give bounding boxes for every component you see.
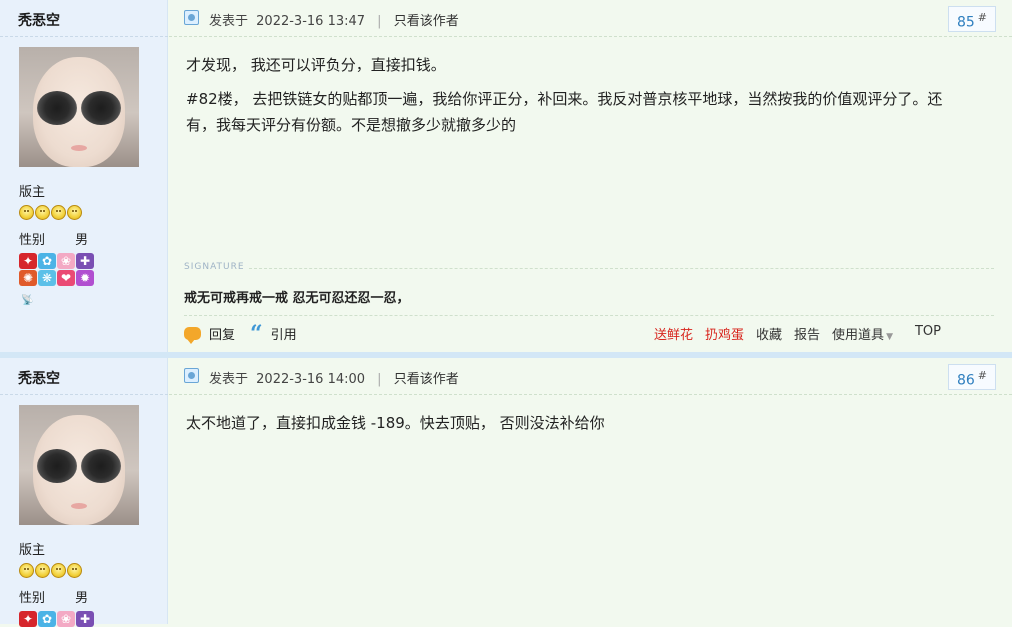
post-paragraph: 才发现， 我还可以评负分，直接扣钱。 — [186, 56, 446, 74]
divider — [0, 394, 168, 396]
divider — [0, 36, 168, 38]
post-actions: 回复 “ 引用 送鲜花 扔鸡蛋 收藏 报告 使用道具 ▼ TOP — [184, 320, 1012, 347]
user-rank: 版主 — [19, 185, 46, 200]
report-link[interactable]: 报告 — [794, 324, 820, 343]
post: 秃忢空 版主 性别 男 ✦ ✿ ❀ ✚ 发表于 2022-3-16 14:00 … — [0, 358, 1012, 627]
post-time: 2022-3-16 14:00 — [256, 372, 366, 387]
separator: | — [377, 372, 382, 387]
gender-info: 性别 男 — [19, 229, 88, 248]
gender-value: 男 — [75, 233, 89, 248]
author-sidebar: 秃忢空 版主 性别 男 ✦ ✿ ❀ ✚ ✺ ❋ ❤ ✹ 📡 — [0, 0, 168, 352]
medal-icon[interactable]: ❋ — [38, 270, 56, 286]
only-author-link[interactable]: 只看该作者 — [394, 372, 459, 387]
reply-label: 回复 — [209, 328, 236, 343]
quote-icon: “ — [250, 320, 263, 347]
medal-icon[interactable]: ✺ — [19, 270, 37, 286]
quote-label: 引用 — [270, 328, 297, 343]
post-tools: 送鲜花 扔鸡蛋 收藏 报告 使用道具 ▼ TOP — [654, 324, 941, 343]
medal-list: ✦ ✿ ❀ ✚ ✺ ❋ ❤ ✹ — [19, 253, 105, 286]
posted-prefix: 发表于 — [209, 372, 249, 387]
divider — [249, 268, 994, 269]
gender-label: 性别 — [19, 233, 46, 248]
floor-number[interactable]: 85 # — [947, 6, 996, 32]
medal-icon[interactable]: ✿ — [38, 253, 56, 269]
post-icon — [184, 368, 199, 383]
avatar-face — [33, 57, 125, 167]
gender-label: 性别 — [19, 591, 46, 606]
avatar-mouth — [71, 145, 87, 151]
use-item-label: 使用道具 — [832, 328, 885, 343]
separator: | — [377, 14, 382, 29]
smiley-icon — [19, 563, 34, 578]
medal-icon[interactable]: ❀ — [57, 611, 75, 627]
avatar-eye — [37, 449, 77, 483]
smiley-icon — [51, 205, 66, 220]
medal-list: ✦ ✿ ❀ ✚ — [19, 611, 105, 627]
speech-bubble-icon — [184, 327, 201, 344]
author-sidebar: 秃忢空 版主 性别 男 ✦ ✿ ❀ ✚ — [0, 358, 168, 627]
avatar-eye — [37, 91, 77, 125]
caret-down-icon: ▼ — [886, 332, 893, 342]
only-author-link[interactable]: 只看该作者 — [394, 14, 459, 29]
medal-icon[interactable]: ✚ — [76, 253, 94, 269]
top-link[interactable]: TOP — [915, 324, 941, 343]
favorite-link[interactable]: 收藏 — [756, 324, 782, 343]
floor-mark: # — [977, 369, 987, 382]
medal-icon[interactable]: ✹ — [76, 270, 94, 286]
floor-number[interactable]: 86 # — [947, 364, 996, 390]
divider — [184, 315, 994, 316]
avatar-face — [33, 415, 125, 525]
medal-icon[interactable]: ✚ — [76, 611, 94, 627]
author-name[interactable]: 秃忢空 — [18, 368, 60, 388]
post-content: 才发现， 我还可以评负分，直接扣钱。 #82楼， 去把铁链女的贴都顶一遍，我给你… — [186, 52, 966, 146]
post-main: 发表于 2022-3-16 13:47 | 只看该作者 85 # 才发现， 我还可… — [169, 0, 1012, 352]
post-meta: 发表于 2022-3-16 13:47 | 只看该作者 — [209, 10, 459, 29]
smiley-icon — [35, 205, 50, 220]
satellite-icon[interactable]: 📡 — [21, 295, 33, 306]
send-flower-link[interactable]: 送鲜花 — [654, 324, 693, 343]
post-main: 发表于 2022-3-16 14:00 | 只看该作者 86 # 太不地道了，直接… — [169, 358, 1012, 624]
gender-info: 性别 男 — [19, 587, 88, 606]
floor-value: 86 — [956, 372, 975, 389]
post-paragraph: #82楼， 去把铁链女的贴都顶一遍，我给你评正分，补回来。我反对普京核平地球，当… — [186, 90, 943, 134]
floor-value: 85 — [956, 14, 975, 31]
floor-mark: # — [977, 11, 987, 24]
avatar[interactable] — [19, 405, 139, 525]
signature-text: 戒无可戒再戒一戒 忍无可忍还忍一忍， — [184, 291, 410, 306]
use-item-menu[interactable]: 使用道具 ▼ — [832, 324, 893, 343]
medal-icon[interactable]: ❤ — [57, 270, 75, 286]
medal-icon[interactable]: ❀ — [57, 253, 75, 269]
post-paragraph: 太不地道了，直接扣成金钱 -189。快去顶贴， 否则没法补给你 — [186, 414, 605, 432]
smiley-icon — [67, 205, 82, 220]
medal-icon[interactable]: ✦ — [19, 253, 37, 269]
quote-button[interactable]: “ 引用 — [250, 320, 297, 347]
rank-stars — [19, 563, 82, 578]
gender-value: 男 — [75, 591, 89, 606]
posted-prefix: 发表于 — [209, 14, 249, 29]
smiley-icon — [35, 563, 50, 578]
smiley-icon — [67, 563, 82, 578]
post-header: 发表于 2022-3-16 13:47 | 只看该作者 85 # — [169, 0, 1012, 37]
avatar-eye — [81, 449, 121, 483]
rank-stars — [19, 205, 82, 220]
post: 秃忢空 版主 性别 男 ✦ ✿ ❀ ✚ ✺ ❋ ❤ ✹ 📡 发表于 2022-3… — [0, 0, 1012, 352]
post-time: 2022-3-16 13:47 — [256, 14, 366, 29]
post-content: 太不地道了，直接扣成金钱 -189。快去顶贴， 否则没法补给你 — [186, 410, 966, 444]
signature-label: SIGNATURE — [184, 262, 245, 272]
user-rank: 版主 — [19, 543, 46, 558]
throw-egg-link[interactable]: 扔鸡蛋 — [705, 324, 744, 343]
post-icon — [184, 10, 199, 25]
medal-icon[interactable]: ✿ — [38, 611, 56, 627]
avatar-eye — [81, 91, 121, 125]
reply-button[interactable]: 回复 — [184, 324, 236, 344]
author-name[interactable]: 秃忢空 — [18, 10, 60, 30]
avatar[interactable] — [19, 47, 139, 167]
post-meta: 发表于 2022-3-16 14:00 | 只看该作者 — [209, 368, 459, 387]
smiley-icon — [51, 563, 66, 578]
medal-icon[interactable]: ✦ — [19, 611, 37, 627]
avatar-mouth — [71, 503, 87, 509]
post-header: 发表于 2022-3-16 14:00 | 只看该作者 86 # — [169, 358, 1012, 395]
smiley-icon — [19, 205, 34, 220]
